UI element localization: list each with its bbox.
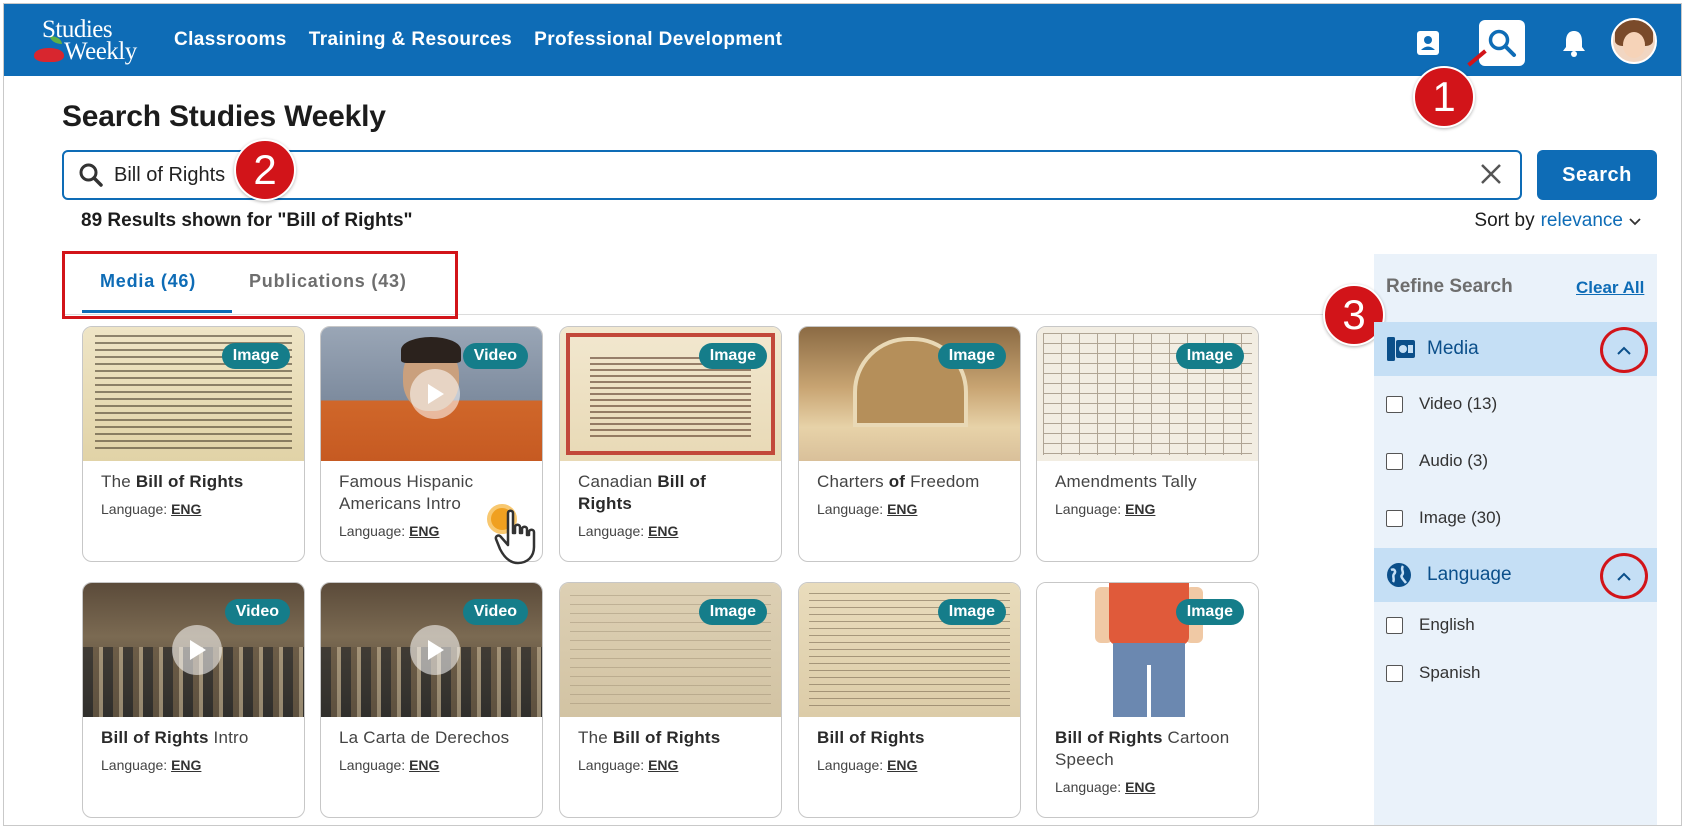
media-type-badge: Video — [462, 343, 528, 369]
media-card[interactable]: Image Charters of Freedom Language: ENG — [798, 326, 1021, 562]
media-type-badge: Image — [937, 343, 1006, 369]
top-nav: Studies Weekly Classrooms Training & Res… — [4, 4, 1681, 76]
media-type-badge: Image — [1175, 599, 1244, 625]
media-card[interactable]: Image Canadian Bill of Rights Language: … — [559, 326, 782, 562]
search-button[interactable]: Search — [1537, 150, 1657, 200]
hand-cursor-icon — [494, 509, 544, 570]
card-language: Language: ENG — [817, 757, 918, 773]
card-title: Canadian Bill of Rights — [578, 472, 706, 513]
facet-option-spanish[interactable]: Spanish — [1386, 663, 1480, 683]
card-title: Bill of Rights Cartoon Speech — [1055, 728, 1230, 769]
media-type-badge: Image — [698, 599, 767, 625]
user-avatar[interactable] — [1611, 18, 1657, 64]
card-thumbnail: Image — [799, 583, 1020, 717]
sort-by[interactable]: Sort by relevance — [1474, 210, 1641, 232]
card-language: Language: ENG — [101, 501, 202, 517]
play-icon[interactable] — [410, 369, 460, 419]
page-frame: Studies Weekly Classrooms Training & Res… — [3, 3, 1682, 826]
media-type-badge: Video — [224, 599, 290, 625]
refine-search-title: Refine Search — [1386, 276, 1513, 297]
media-type-badge: Image — [221, 343, 290, 369]
chevron-up-icon[interactable] — [1600, 553, 1648, 599]
search-nav-icon[interactable] — [1479, 20, 1525, 66]
nav-links: Classrooms Training & Resources Professi… — [174, 4, 782, 76]
facet-option-image[interactable]: Image (30) — [1386, 508, 1501, 528]
logo-line2: Weekly — [64, 38, 137, 65]
facet-option-audio[interactable]: Audio (3) — [1386, 451, 1488, 471]
sort-label: Sort by — [1474, 210, 1535, 231]
avatar-face — [1623, 32, 1645, 58]
page-title: Search Studies Weekly — [62, 100, 386, 133]
globe-icon — [1386, 562, 1412, 593]
media-type-badge: Image — [698, 343, 767, 369]
media-type-badge: Video — [462, 599, 528, 625]
search-icon — [78, 162, 104, 193]
card-thumbnail: Video — [321, 583, 542, 717]
apple-logo-icon — [34, 48, 64, 62]
nav-link-classrooms[interactable]: Classrooms — [174, 29, 287, 51]
media-card[interactable]: Image Bill of Rights Language: ENG — [798, 582, 1021, 818]
checkbox[interactable] — [1386, 395, 1403, 413]
card-thumbnail: Image — [1037, 583, 1258, 717]
card-thumbnail: Image — [560, 583, 781, 717]
card-language: Language: ENG — [817, 501, 918, 517]
search-input[interactable] — [114, 160, 1414, 190]
checkbox[interactable] — [1386, 616, 1403, 634]
sort-value[interactable]: relevance — [1541, 210, 1623, 232]
nav-link-training-resources[interactable]: Training & Resources — [309, 29, 512, 51]
card-language: Language: ENG — [1055, 779, 1156, 795]
card-thumbnail: Image — [799, 327, 1020, 461]
card-language: Language: ENG — [1055, 501, 1156, 517]
media-library-icon — [1386, 336, 1416, 367]
media-card[interactable]: Video Bill of Rights Intro Language: ENG — [82, 582, 305, 818]
bell-icon[interactable] — [1551, 20, 1597, 66]
facet-media-label: Media — [1427, 338, 1479, 359]
card-title: Bill of Rights Intro — [101, 728, 249, 747]
contact-card-icon[interactable] — [1405, 20, 1451, 66]
studies-weekly-logo[interactable]: Studies Weekly — [34, 14, 146, 70]
media-type-badge: Image — [937, 599, 1006, 625]
media-card[interactable]: Image The Bill of Rights Language: ENG — [82, 326, 305, 562]
media-card[interactable]: Video La Carta de Derechos Language: ENG — [320, 582, 543, 818]
checkbox[interactable] — [1386, 452, 1403, 470]
facet-language-header[interactable]: Language — [1374, 548, 1657, 602]
media-card[interactable]: Image The Bill of Rights Language: ENG — [559, 582, 782, 818]
facet-option-english[interactable]: English — [1386, 615, 1475, 635]
results-count: 89 Results shown for "Bill of Rights" — [81, 210, 413, 231]
card-language: Language: ENG — [578, 523, 679, 539]
card-thumbnail: Video — [83, 583, 304, 717]
card-language: Language: ENG — [339, 757, 440, 773]
facet-media-header[interactable]: Media — [1374, 322, 1657, 376]
card-title: Amendments Tally — [1055, 472, 1197, 491]
card-title: The Bill of Rights — [578, 728, 721, 747]
media-card[interactable]: Image Bill of Rights Cartoon Speech Lang… — [1036, 582, 1259, 818]
chevron-down-icon — [1629, 210, 1641, 232]
card-title: The Bill of Rights — [101, 472, 244, 491]
annotation-badge-2: 2 — [234, 139, 296, 201]
clear-all-link[interactable]: Clear All — [1576, 278, 1644, 298]
card-title: Charters of Freedom — [817, 472, 980, 491]
card-thumbnail: Image — [560, 327, 781, 461]
clear-search-icon[interactable] — [1480, 163, 1502, 190]
card-thumbnail: Video — [321, 327, 542, 461]
annotation-badge-1: 1 — [1413, 66, 1475, 128]
card-thumbnail: Image — [1037, 327, 1258, 461]
chevron-up-icon[interactable] — [1600, 327, 1648, 373]
nav-link-professional-development[interactable]: Professional Development — [534, 29, 782, 51]
checkbox[interactable] — [1386, 509, 1403, 527]
facet-language-label: Language — [1427, 564, 1512, 585]
play-icon[interactable] — [410, 625, 460, 675]
play-icon[interactable] — [172, 625, 222, 675]
media-card[interactable]: Image Amendments Tally Language: ENG — [1036, 326, 1259, 562]
card-thumbnail: Image — [83, 327, 304, 461]
card-language: Language: ENG — [101, 757, 202, 773]
card-title: La Carta de Derechos — [339, 728, 510, 747]
card-title: Bill of Rights — [817, 728, 925, 747]
annotation-highlight-box — [62, 251, 458, 319]
facet-option-video[interactable]: Video (13) — [1386, 394, 1497, 414]
checkbox[interactable] — [1386, 664, 1403, 682]
media-type-badge: Image — [1175, 343, 1244, 369]
card-language: Language: ENG — [578, 757, 679, 773]
